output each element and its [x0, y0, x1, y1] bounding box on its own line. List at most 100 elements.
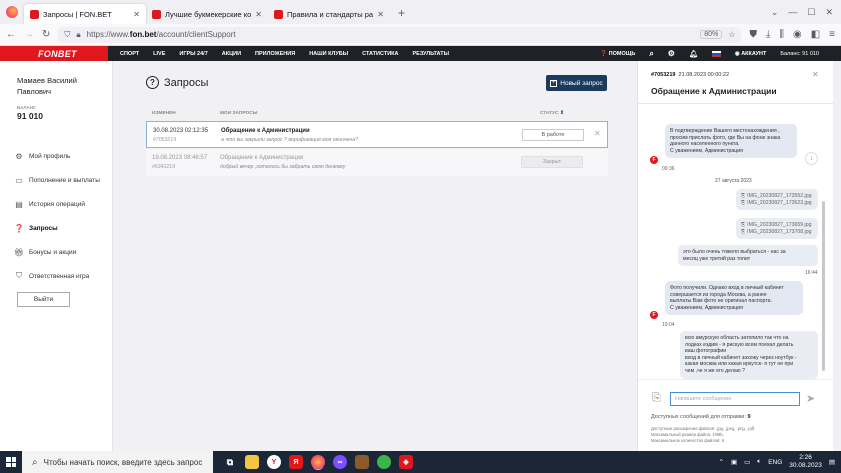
attachment-item[interactable]: ⎘ IMG_20230827_173659.jpg — [741, 222, 813, 229]
search-icon[interactable]: ⌕ — [649, 49, 653, 59]
pocket-icon[interactable]: ⛊ — [749, 29, 757, 40]
extensions-icon[interactable]: ◧ — [811, 29, 820, 40]
menu-item-games[interactable]: ИГРЫ 24/7 — [179, 51, 207, 57]
logout-button[interactable]: Выйти — [17, 292, 70, 307]
sidebar-item-bonuses[interactable]: 🎁︎ Бонусы и акции — [14, 240, 100, 264]
back-icon[interactable]: ← — [6, 29, 16, 40]
forward-icon[interactable]: → — [24, 29, 34, 40]
minimize-icon[interactable]: — — [788, 7, 797, 18]
network-icon[interactable]: ▭ — [744, 458, 750, 466]
sidebar-item-requests[interactable]: ❓ Запросы — [14, 216, 100, 240]
game-icon[interactable] — [355, 455, 369, 469]
account-link[interactable]: ◉ АККАУНТ — [735, 51, 767, 57]
help-label: ПОМОЩЬ — [608, 50, 636, 57]
sidebar-item-label: Мой профиль — [29, 152, 71, 160]
gear-icon: ⚙ — [15, 151, 23, 161]
sidebar-item-history[interactable]: ▤ История операций — [14, 192, 100, 216]
downloads-icon[interactable]: ⤓ — [766, 29, 770, 40]
scroll-down-icon[interactable]: ↓ — [805, 152, 818, 165]
row-subject: Обращение к Администрации — [221, 128, 310, 134]
sidebar-item-label: Бонусы и акции — [29, 248, 77, 256]
close-tab-icon[interactable]: ✕ — [255, 10, 262, 19]
new-request-button[interactable]: + Новый запрос — [546, 75, 607, 91]
close-window-icon[interactable]: ✕ — [825, 7, 833, 18]
menu-item-live[interactable]: LIVE — [153, 51, 165, 57]
url-domain: fon.bet — [129, 30, 157, 39]
list-tabs-icon[interactable]: ⌄ — [771, 7, 779, 18]
send-icon[interactable]: ➤ — [806, 392, 815, 405]
sidebar-nav: ⚙ Мой профиль ▭ Пополнение и выплаты ▤ И… — [14, 144, 100, 288]
zoom-level[interactable]: 80% — [700, 30, 723, 39]
menu-item-apps[interactable]: ПРИЛОЖЕНИЯ — [255, 51, 295, 57]
file-explorer-icon[interactable] — [245, 455, 259, 469]
start-button[interactable] — [0, 451, 22, 473]
taskbar-search[interactable]: ⌕ Чтобы начать поиск, введите здесь запр… — [22, 451, 213, 473]
sidebar-item-responsible-gaming[interactable]: ⛉ Ответственная игра — [14, 264, 100, 288]
russian-flag-icon[interactable] — [711, 50, 721, 57]
menu-item-promotions[interactable]: АКЦИИ — [222, 51, 241, 57]
attachment-item[interactable]: ⎘ IMG_20230827_173552.jpg — [741, 193, 813, 200]
available-messages: Доступных сообщений для отправки: 9 — [651, 414, 751, 420]
bookmark-star-icon[interactable]: ☆ — [728, 30, 735, 39]
chat-panel: #7053219 21.08.2023 00:00:22 ✕ Обращение… — [637, 61, 834, 451]
tab-bookmakers[interactable]: Лучшие букмекерские конто ✕ — [146, 4, 268, 24]
sidebar-item-profile[interactable]: ⚙ Мой профиль — [14, 144, 100, 168]
chat-messages[interactable]: ↓ В подтверждение Вашего местонахождения… — [638, 104, 834, 379]
sidebar-item-payments[interactable]: ▭ Пополнение и выплаты — [14, 168, 100, 192]
yandex-icon[interactable]: Я — [289, 455, 303, 469]
close-tab-icon[interactable]: ✕ — [377, 10, 384, 19]
library-icon[interactable]: ⫼ — [779, 29, 784, 40]
fonbet-logo[interactable]: FONBET — [0, 46, 108, 61]
green-app-icon[interactable] — [377, 455, 391, 469]
menu-icon[interactable]: ≡ — [829, 29, 835, 40]
chat-scrollbar[interactable] — [822, 201, 825, 371]
lock-icon[interactable]: 🔒︎ — [76, 30, 80, 40]
table-row[interactable]: 30.08.2023 02:12:35 #7053219 Обращение к… — [146, 121, 608, 148]
close-icon[interactable]: ✕ — [812, 70, 819, 79]
menu-item-statistics[interactable]: СТАТИСТИКА — [362, 51, 398, 57]
menu-item-sport[interactable]: СПОРТ — [120, 51, 139, 57]
new-tab-button[interactable]: + — [390, 6, 413, 24]
tray-chevron-icon[interactable]: ⌃ — [719, 458, 724, 466]
maximize-icon[interactable]: ☐ — [807, 7, 815, 18]
column-status[interactable]: СТАТУС ⇕ — [540, 111, 564, 116]
tab-fonbet-requests[interactable]: Запросы | FON.BET ✕ — [24, 4, 146, 24]
account-icon[interactable]: ◉ — [793, 29, 802, 40]
settings-icon[interactable]: ⚙ — [668, 49, 675, 58]
message-line: данного населенного пункта. — [670, 141, 740, 148]
status-badge: Закрыт — [521, 156, 583, 168]
app-icon[interactable]: ∞ — [333, 455, 347, 469]
column-changed[interactable]: ИЗМЕНЕН — [152, 111, 220, 116]
language-indicator[interactable]: ENG — [768, 459, 782, 466]
tray-app-icon[interactable]: ▣ — [731, 458, 737, 466]
attachment-item[interactable]: ⎘ IMG_20230827_173623.jpg — [741, 200, 813, 207]
menu-item-clubs[interactable]: НАШИ КЛУБЫ — [309, 51, 348, 57]
message-user: всю амурскую область затопило так что на… — [680, 331, 818, 379]
task-view-icon[interactable]: ⧉ — [223, 455, 237, 469]
reload-icon[interactable]: ↻ — [42, 29, 50, 40]
attachment-item[interactable]: ⎘ IMG_20230827_173708.jpg — [741, 229, 813, 236]
paperclip-icon[interactable]: ⎘ — [652, 392, 661, 405]
help-link[interactable]: ❓ ПОМОЩЬ — [600, 51, 635, 57]
tab-rules[interactable]: Правила и стандарты работы ✕ — [268, 4, 390, 24]
close-request-icon[interactable]: ✕ — [594, 129, 601, 138]
table-row[interactable]: 19.08.2023 08:46:57 #6341219 Обращение к… — [146, 149, 608, 176]
address-bar[interactable]: ⛉ 🔒︎ https://www.fon.bet/account/clientS… — [58, 26, 742, 43]
clock-date: 30.08.2023 — [789, 462, 822, 469]
column-status-label: СТАТУС — [540, 111, 559, 116]
message-input[interactable]: Напишите сообщение — [670, 392, 800, 406]
notifications-icon[interactable]: ▤ — [829, 458, 835, 466]
volume-icon[interactable]: 🔈︎ — [757, 458, 761, 466]
message-line: какая москва или какая иркутск- я тут не… — [685, 361, 794, 368]
shield-icon[interactable]: ⛉ — [64, 30, 70, 40]
firefox-icon[interactable] — [6, 6, 18, 18]
fonbet-app-icon[interactable]: ◈ — [399, 455, 413, 469]
clock[interactable]: 2:26 30.08.2023 — [789, 454, 822, 470]
firefox-taskbar-icon[interactable] — [311, 455, 325, 469]
yandex-browser-icon[interactable]: Y — [267, 455, 281, 469]
message-user: это было очень тяжело выбраться - нас за… — [678, 245, 818, 267]
notifications-icon[interactable]: 🔔︎ — [689, 50, 698, 58]
new-request-label: Новый запрос — [560, 79, 603, 87]
menu-item-results[interactable]: РЕЗУЛЬТАТЫ — [412, 51, 449, 57]
close-tab-icon[interactable]: ✕ — [133, 10, 140, 19]
